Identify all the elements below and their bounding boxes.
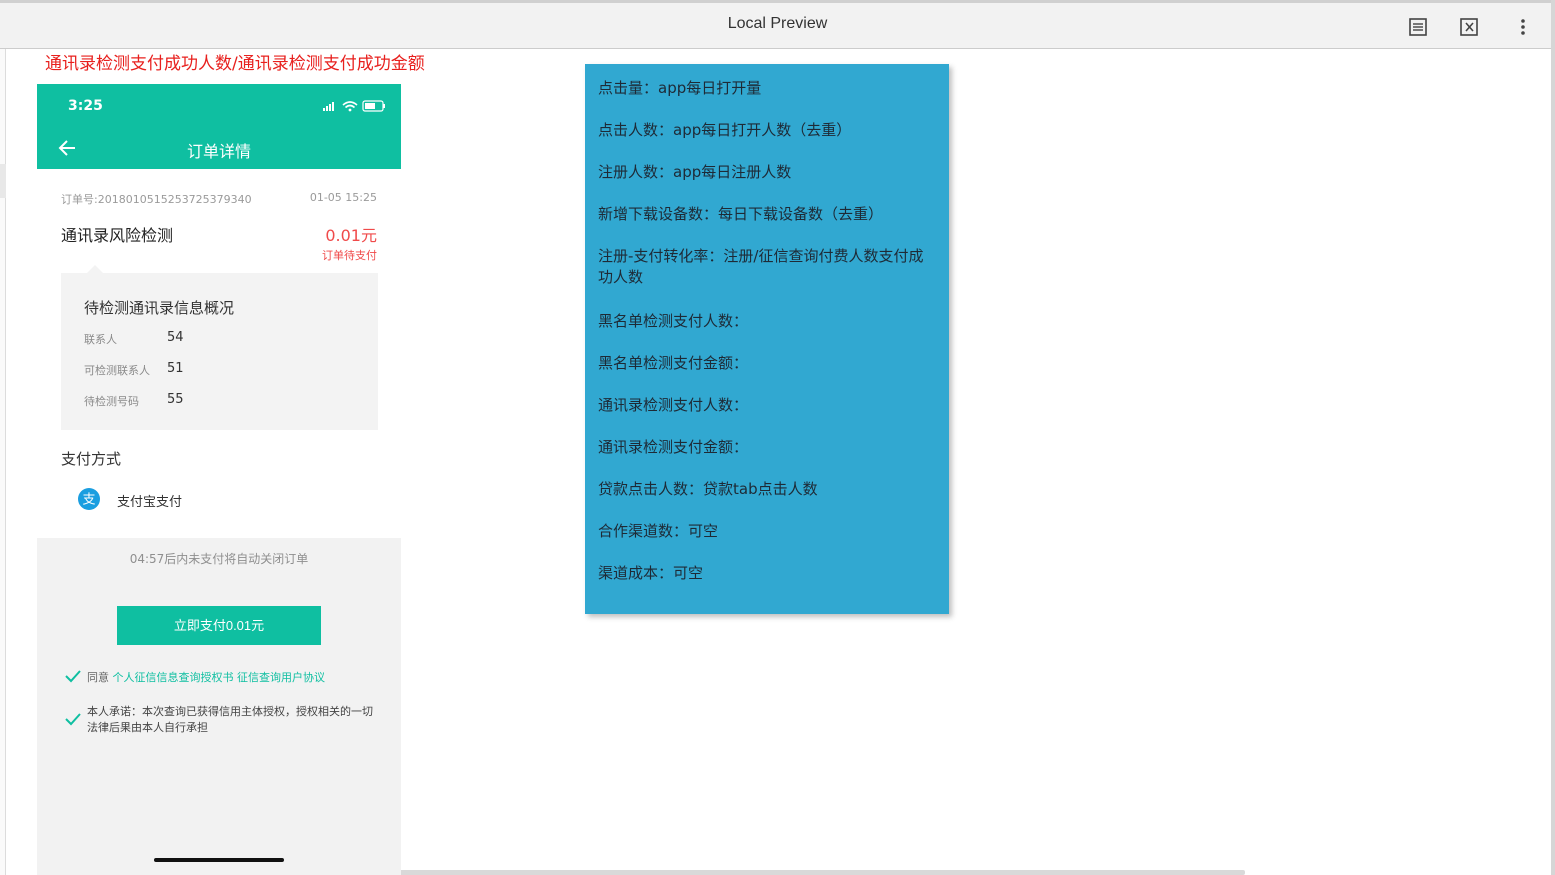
definition-item: 点击量：app每日打开量 — [598, 79, 762, 97]
info-label: 待检测号码 — [84, 395, 139, 408]
order-time: 01-05 15:25 — [309, 191, 377, 204]
agreement-line: 同意 个人征信信息查询授权书 征信查询用户协议 — [87, 669, 325, 685]
contact-info-summary: 待检测通讯录信息概况 联系人 54 可检测联系人 51 待检测号码 55 — [61, 265, 378, 430]
svg-text:支: 支 — [82, 493, 95, 508]
status-badge: 订单待支付 — [322, 249, 377, 262]
definition-item: 黑名单检测支付金额： — [598, 354, 749, 372]
info-value: 54 — [167, 330, 184, 345]
window-title: Local Preview — [727, 15, 828, 32]
close-doc-icon[interactable] — [1458, 16, 1480, 38]
agree-prefix: 同意 — [87, 671, 109, 684]
definition-item: 黑名单检测支付人数： — [598, 312, 749, 330]
home-indicator — [154, 858, 284, 862]
alipay-icon[interactable]: 支 — [77, 487, 101, 511]
order-amount: 0.01元 — [325, 226, 377, 245]
info-label: 可检测联系人 — [84, 364, 150, 377]
commitment-text: 本人承诺：本次查询已获得信用主体授权，授权相关的一切法律后果由本人自行承担 — [87, 705, 373, 734]
callout-arrow — [87, 265, 103, 273]
info-value: 55 — [167, 392, 184, 407]
info-title: 待检测通讯录信息概况 — [84, 299, 235, 317]
status-icons — [323, 100, 385, 112]
payment-method-title: 支付方式 — [61, 450, 122, 468]
info-row-checkable: 可检测联系人 51 — [84, 361, 364, 379]
more-vertical-icon[interactable] — [1512, 16, 1534, 38]
left-gutter — [0, 49, 6, 875]
status-bar: 3:25 — [37, 84, 401, 128]
credit-user-agreement-link[interactable]: 征信查询用户协议 — [237, 671, 325, 684]
gutter-handle[interactable] — [0, 164, 6, 198]
metric-definitions-panel: 点击量：app每日打开量 点击人数：app每日打开人数（去重） 注册人数：app… — [585, 64, 949, 614]
definition-item: 通讯录检测支付人数： — [598, 396, 749, 414]
credit-authorization-link[interactable]: 个人征信信息查询授权书 — [113, 671, 234, 684]
commitment-checkbox[interactable] — [64, 711, 82, 727]
definition-item: 注册人数：app每日注册人数 — [598, 163, 792, 181]
agree-checkbox[interactable] — [64, 668, 82, 684]
definition-item: 通讯录检测支付金额： — [598, 438, 749, 456]
definition-item: 渠道成本：可空 — [598, 564, 704, 582]
metric-heading: 通讯录检测支付成功人数/通讯录检测支付成功金额 — [45, 54, 425, 74]
window-border — [1551, 0, 1555, 875]
definition-item: 新增下载设备数：每日下载设备数（去重） — [598, 205, 884, 223]
nav-bar: 订单详情 — [37, 128, 401, 169]
definition-item: 点击人数：app每日打开人数（去重） — [598, 121, 852, 139]
status-time: 3:25 — [68, 98, 103, 114]
info-row-contacts: 联系人 54 — [84, 330, 364, 348]
definition-item: 合作渠道数：可空 — [598, 522, 719, 540]
phone-screen: 3:25 订单详情 订单号:201801051525372537934​0 01… — [37, 84, 401, 875]
info-label: 联系人 — [84, 333, 117, 346]
payment-footer: 04:57后内未支付将自动关闭订单 立即支付0.01元 同意 个人征信信息查询授… — [37, 538, 401, 875]
info-value: 51 — [167, 361, 184, 376]
definition-item: 贷款点击人数：贷款tab点击人数 — [598, 480, 818, 498]
info-row-pending: 待检测号码 55 — [84, 392, 364, 410]
pay-now-button[interactable]: 立即支付0.01元 — [117, 606, 321, 645]
order-number: 订单号:201801051525372537934​0 — [61, 193, 252, 206]
alipay-option[interactable]: 支付宝支付 — [117, 491, 182, 510]
page-title: 订单详情 — [186, 142, 251, 161]
definition-item: 注册-支付转化率：注册/征信查询付费人数支付成功人数 — [598, 247, 924, 286]
window-titlebar: Local Preview — [0, 0, 1555, 49]
reader-icon[interactable] — [1407, 16, 1429, 38]
countdown-notice: 04:57后内未支付将自动关闭订单 — [129, 552, 309, 566]
service-name: 通讯录风险检测 — [61, 226, 174, 245]
